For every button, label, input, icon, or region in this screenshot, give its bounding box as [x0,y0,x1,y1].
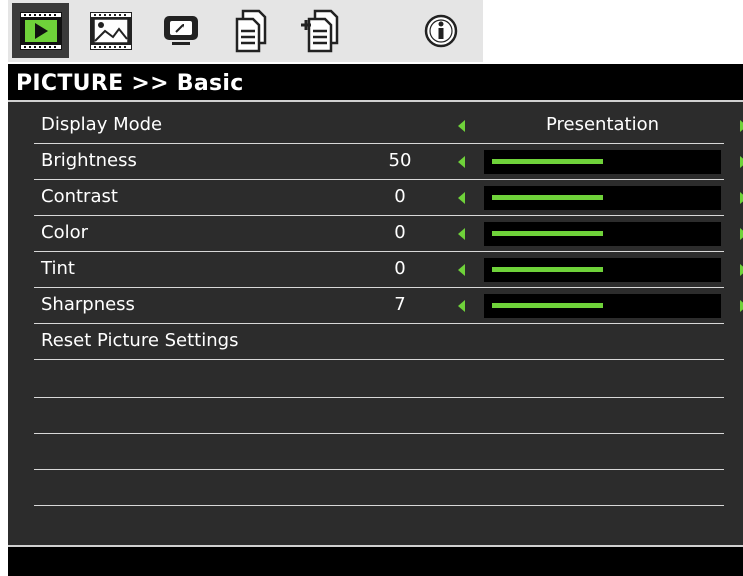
menu-tab-bar [8,0,483,62]
contrast-left-arrow-icon[interactable] [458,192,465,204]
contrast-slider-fill [492,195,603,200]
sharpness-value: 7 [394,294,406,315]
tint-slider[interactable] [484,258,721,282]
tab-info[interactable] [412,3,469,58]
brightness-value: 50 [388,150,412,171]
image-adjust-icon [89,11,132,50]
info-icon [424,14,457,47]
color-value: 0 [394,222,406,243]
tint-label: Tint [41,258,75,279]
menu-row-contrast[interactable]: Contrast 0 [34,180,743,216]
color-slider[interactable] [484,222,721,246]
tab-image[interactable] [82,3,139,58]
color-label: Color [41,222,88,243]
menu-row-tint[interactable]: Tint 0 [34,252,743,288]
contrast-value: 0 [394,186,406,207]
display-mode-label: Display Mode [41,114,163,135]
contrast-label: Contrast [41,186,118,207]
document-setup-icon [235,9,266,52]
color-left-arrow-icon[interactable] [458,228,465,240]
brightness-slider[interactable] [484,150,721,174]
sharpness-slider[interactable] [484,294,721,318]
empty-menu-divider [34,469,724,470]
display-mode-left-arrow-icon[interactable] [458,120,465,132]
picture-play-icon [19,11,62,50]
sharpness-left-arrow-icon[interactable] [458,300,465,312]
reset-picture-settings-label: Reset Picture Settings [41,330,239,351]
sharpness-label: Sharpness [41,294,135,315]
brightness-slider-fill [492,159,603,164]
empty-menu-divider [34,433,724,434]
menu-row-sharpness[interactable]: Sharpness 7 [34,288,743,324]
sharpness-slider-fill [492,303,603,308]
color-slider-fill [492,231,603,236]
tab-options[interactable] [292,3,349,58]
tint-value: 0 [394,258,406,279]
osd-menu-panel: PICTURE >> Basic Display Mode Presentati… [8,64,743,576]
document-options-icon [300,9,338,52]
tint-slider-fill [492,267,603,272]
brightness-label: Brightness [41,150,137,171]
brightness-left-arrow-icon[interactable] [458,156,465,168]
menu-row-color[interactable]: Color 0 [34,216,743,252]
menu-row-display-mode[interactable]: Display Mode Presentation [34,108,743,144]
empty-menu-divider [34,505,724,506]
tab-setup[interactable] [222,3,279,58]
menu-row-brightness[interactable]: Brightness 50 [34,144,743,180]
display-icon [163,15,198,45]
display-mode-value: Presentation [545,114,660,135]
tab-display[interactable] [152,3,209,58]
menu-footer-bar [8,545,743,576]
page-title: PICTURE >> Basic [8,64,743,102]
tint-left-arrow-icon[interactable] [458,264,465,276]
empty-menu-divider [34,397,724,398]
contrast-slider[interactable] [484,186,721,210]
tab-picture[interactable] [12,3,69,58]
menu-row-reset-picture-settings[interactable]: Reset Picture Settings [34,324,724,360]
